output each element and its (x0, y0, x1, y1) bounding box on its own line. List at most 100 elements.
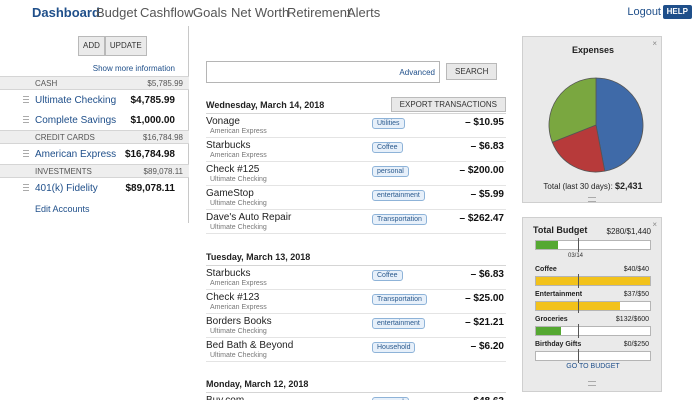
account-row-complete-savings[interactable]: Complete Savings $1,000.00 (0, 110, 189, 130)
export-transactions-button[interactable]: EXPORT TRANSACTIONS (390, 97, 506, 112)
close-icon[interactable]: × (652, 220, 657, 229)
day-header: Tuesday, March 13, 2018 (206, 248, 506, 266)
category-label: CASH (35, 78, 58, 88)
account-name[interactable]: Ultimate Checking (35, 95, 116, 106)
account-actions: ADD UPDATE (78, 36, 147, 56)
date-marker (578, 274, 579, 288)
category-tag[interactable]: Household (372, 342, 416, 353)
total-budget-bar (535, 238, 651, 252)
day-header: Wednesday, March 14, 2018 EXPORT TRANSACT… (206, 96, 506, 114)
advanced-search-link[interactable]: Advanced (399, 68, 435, 77)
account-name[interactable]: American Express (35, 149, 116, 160)
category-investments: INVESTMENTS $89,078.11 (0, 164, 189, 178)
tab-budget[interactable]: Budget (96, 5, 137, 20)
transaction-payee[interactable]: Borders Books (206, 316, 272, 327)
widget-drag-handle-icon[interactable] (588, 197, 596, 202)
transaction-amount: – $262.47 (459, 213, 505, 224)
widget-drag-handle-icon[interactable] (588, 381, 596, 386)
account-row-ultimate-checking[interactable]: Ultimate Checking $4,785.99 (0, 90, 189, 110)
tab-cashflow[interactable]: Cashflow (140, 5, 193, 20)
transaction-row[interactable]: Check #125 Ultimate Checking personal – $20… (206, 162, 506, 186)
category-total: $89,078.11 (143, 166, 183, 176)
date-marker (578, 349, 579, 363)
budget-row-label: Birthday Gifts (535, 341, 582, 348)
search-input[interactable]: Advanced (206, 61, 440, 83)
account-row-american-express[interactable]: American Express $16,784.98 (0, 144, 189, 164)
transaction-row[interactable]: Check #123 American Express Transportation… (206, 290, 506, 314)
transaction-payee[interactable]: Dave's Auto Repair (206, 212, 291, 223)
drag-handle-icon[interactable] (23, 184, 29, 191)
transaction-row[interactable]: Buy.compersonal– $48.63 (206, 393, 506, 400)
category-tag[interactable]: Coffee (372, 142, 403, 153)
category-tag[interactable]: Utilities (372, 118, 405, 129)
account-row-401k-fidelity[interactable]: 401(k) Fidelity $89,078.11 (0, 178, 189, 198)
drag-handle-icon[interactable] (23, 150, 29, 157)
logout-link[interactable]: Logout (627, 6, 661, 18)
transaction-day: Wednesday, March 14, 2018 EXPORT TRANSACT… (206, 96, 506, 234)
transaction-payee[interactable]: Buy.com (206, 395, 244, 400)
go-to-budget-link[interactable]: GO TO BUDGET (523, 363, 663, 370)
transaction-payee[interactable]: Bed Bath & Beyond (206, 340, 293, 351)
transaction-account: American Express (210, 152, 267, 159)
top-nav: Dashboard Budget Cashflow Goals Net Wort… (0, 0, 700, 26)
add-account-button[interactable]: ADD (78, 36, 105, 56)
budget-row-bar (535, 349, 651, 363)
transaction-row[interactable]: GameStop Ultimate Checking entertainment – … (206, 186, 506, 210)
drag-handle-icon[interactable] (23, 116, 29, 123)
transaction-payee[interactable]: Vonage (206, 116, 240, 127)
tab-dashboard[interactable]: Dashboard (32, 5, 100, 20)
budget-row-amount: $0/$250 (623, 341, 649, 348)
category-tag[interactable]: Transportation (372, 294, 427, 305)
tab-retirement[interactable]: Retirement (287, 5, 351, 20)
tab-net-worth[interactable]: Net Worth (231, 5, 289, 20)
tab-goals[interactable]: Goals (193, 5, 227, 20)
pie-slice[interactable] (595, 77, 644, 172)
budget-row-bar (535, 274, 651, 288)
transaction-account: Ultimate Checking (210, 200, 267, 207)
category-tag[interactable]: personal (372, 166, 409, 177)
transaction-payee[interactable]: Check #123 (206, 292, 259, 303)
expenses-total-label: Total (last 30 days): (543, 182, 613, 191)
category-total: $16,784.98 (142, 132, 183, 142)
transaction-day: Monday, March 12, 2018 Buy.compersonal– $… (206, 375, 506, 400)
expenses-total-value: $2,431 (615, 181, 643, 191)
transaction-amount: – $6.83 (470, 269, 504, 280)
transaction-row[interactable]: Borders Books Ultimate Checking entertainm… (206, 314, 506, 338)
transaction-row[interactable]: Dave's Auto Repair Ultimate Checking Trans… (206, 210, 506, 234)
date-marker (578, 238, 579, 252)
category-cash: CASH $5,785.99 (0, 76, 189, 90)
drag-handle-icon[interactable] (23, 96, 29, 103)
transaction-row[interactable]: Starbucks American Express Coffee – $6.83 (206, 266, 506, 290)
transaction-amount: – $10.95 (465, 117, 504, 128)
help-button[interactable]: HELP (662, 5, 692, 19)
budget-row-bar (535, 324, 651, 338)
category-tag[interactable]: Coffee (372, 270, 403, 281)
transaction-row[interactable]: Bed Bath & Beyond Ultimate Checking Househ… (206, 338, 506, 362)
transaction-payee[interactable]: GameStop (206, 188, 254, 199)
budget-widget: × Total Budget $280/$1,440 03/14 Coffee $… (522, 217, 662, 392)
account-name[interactable]: Complete Savings (35, 115, 116, 126)
budget-row-fill (536, 277, 650, 285)
transaction-payee[interactable]: Starbucks (206, 268, 250, 279)
transaction-payee[interactable]: Check #125 (206, 164, 259, 175)
category-tag[interactable]: Transportation (372, 214, 427, 225)
day-date: Monday, March 12, 2018 (206, 379, 309, 389)
account-name[interactable]: 401(k) Fidelity (35, 183, 98, 194)
category-tag[interactable]: entertainment (372, 190, 425, 201)
accounts-panel: ADD UPDATE Show more information CASH $5… (0, 26, 189, 223)
tab-alerts[interactable]: Alerts (347, 5, 380, 20)
update-accounts-button[interactable]: UPDATE (104, 36, 147, 56)
category-tag[interactable]: entertainment (372, 318, 425, 329)
account-balance: $4,785.99 (130, 94, 176, 106)
transaction-account: American Express (210, 304, 267, 311)
show-more-link[interactable]: Show more information (0, 64, 189, 73)
edit-accounts-link[interactable]: Edit Accounts (35, 204, 90, 214)
account-list: CASH $5,785.99 Ultimate Checking $4,785.… (0, 76, 189, 198)
date-marker (578, 299, 579, 313)
transaction-row[interactable]: Vonage American Express Utilities – $10.95 (206, 114, 506, 138)
budget-row-fill (536, 327, 562, 335)
transaction-payee[interactable]: Starbucks (206, 140, 250, 151)
transactions-panel: Advanced SEARCH Wednesday, March 14, 201… (206, 26, 506, 400)
transaction-row[interactable]: Starbucks American Express Coffee – $6.83 (206, 138, 506, 162)
search-button[interactable]: SEARCH (446, 63, 498, 80)
